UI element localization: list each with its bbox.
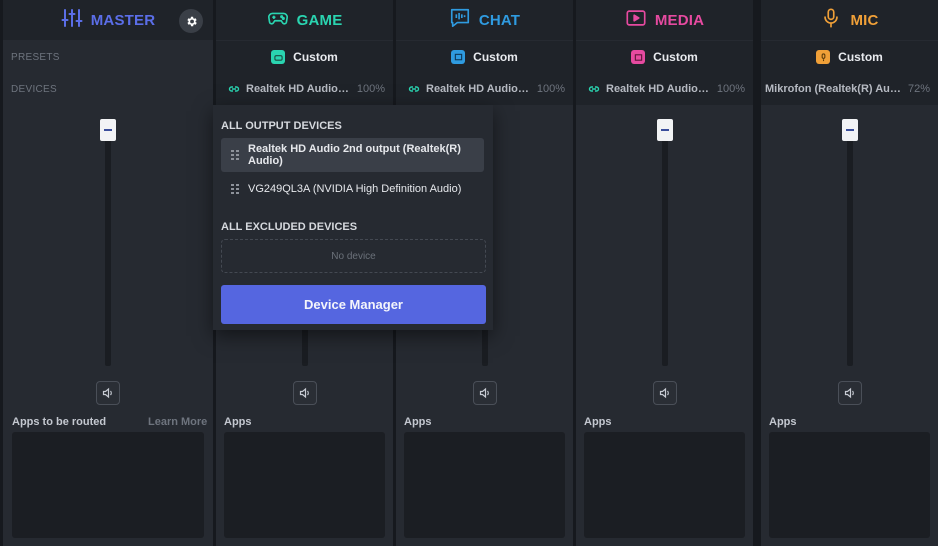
- drag-handle-icon[interactable]: [231, 183, 239, 195]
- game-preset-icon: [271, 50, 286, 64]
- chat-mute-button[interactable]: [473, 381, 497, 405]
- game-preset-label: Custom: [293, 50, 338, 64]
- device-manager-button[interactable]: Device Manager: [221, 285, 486, 324]
- mic-volume-track[interactable]: [847, 128, 853, 366]
- chat-preset-label: Custom: [473, 50, 518, 64]
- chat-device-name: Realtek HD Audio 2n...: [426, 83, 531, 95]
- speaker-icon: [844, 387, 854, 399]
- master-mute-button[interactable]: [96, 381, 120, 405]
- gamepad-icon: [267, 7, 289, 33]
- master-column: MASTER Apps to be routed Learn More: [3, 0, 213, 546]
- mic-apps-label: Apps: [769, 416, 797, 428]
- play-screen-icon: [625, 7, 647, 33]
- media-column: MEDIA Custom Realtek HD Audio 2n... 100%…: [576, 0, 753, 546]
- media-title: MEDIA: [654, 11, 705, 29]
- media-preset-selector[interactable]: Custom: [576, 41, 753, 73]
- chat-header: CHAT: [396, 0, 573, 40]
- chat-device-selector[interactable]: Realtek HD Audio 2n... 100%: [396, 73, 573, 105]
- mic-title: MIC: [850, 11, 879, 29]
- media-apps-area: [584, 432, 745, 538]
- speaker-icon: [659, 387, 669, 399]
- presets-label: PRESETS: [11, 52, 60, 63]
- media-mute-button[interactable]: [653, 381, 677, 405]
- excluded-devices-heading: ALL EXCLUDED DEVICES: [221, 221, 358, 233]
- device-dropdown: ALL OUTPUT DEVICES Realtek HD Audio 2nd …: [213, 105, 493, 330]
- game-preset-selector[interactable]: Custom: [216, 41, 393, 73]
- apps-to-be-routed-label: Apps to be routed: [12, 416, 107, 428]
- mic-device-name: Mikrofon (Realtek(R) Audi...: [765, 83, 902, 95]
- mic-preset-label: Custom: [838, 50, 883, 64]
- game-device-name: Realtek HD Audio 2n...: [246, 83, 351, 95]
- mic-header: MIC: [761, 0, 938, 40]
- output-device-item[interactable]: Realtek HD Audio 2nd output (Realtek(R) …: [221, 138, 484, 172]
- media-preset-icon: [631, 50, 646, 64]
- master-volume-handle[interactable]: [100, 119, 116, 141]
- master-volume-track[interactable]: [105, 128, 111, 366]
- media-header: MEDIA: [576, 0, 753, 40]
- chat-bubble-icon: [449, 7, 471, 33]
- speaker-icon: [102, 387, 112, 399]
- media-device-selector[interactable]: Realtek HD Audio 2n... 100%: [576, 73, 753, 105]
- media-volume-track[interactable]: [662, 128, 668, 366]
- sliders-icon: [61, 7, 83, 33]
- game-mute-button[interactable]: [293, 381, 317, 405]
- speaker-icon: [479, 387, 489, 399]
- master-title: MASTER: [90, 11, 156, 29]
- mic-device-selector[interactable]: Mikrofon (Realtek(R) Audi... 72%: [761, 73, 938, 105]
- link-icon: [588, 86, 600, 92]
- learn-more-link[interactable]: Learn More: [148, 416, 207, 428]
- mic-apps-area: [769, 432, 930, 538]
- chat-apps-area: [404, 432, 565, 538]
- game-apps-area: [224, 432, 385, 538]
- mic-preset-icon: [816, 50, 831, 64]
- mic-volume-handle[interactable]: [842, 119, 858, 141]
- chat-preset-icon: [451, 50, 466, 64]
- chat-preset-selector[interactable]: Custom: [396, 41, 573, 73]
- no-device-text: No device: [331, 250, 376, 262]
- mic-volume-percent: 72%: [907, 83, 930, 95]
- chat-apps-label: Apps: [404, 416, 432, 428]
- media-preset-label: Custom: [653, 50, 698, 64]
- output-device-label: Realtek HD Audio 2nd output (Realtek(R) …: [248, 143, 461, 167]
- game-header: GAME: [216, 0, 393, 40]
- media-apps-label: Apps: [584, 416, 612, 428]
- output-device-label: VG249QL3A (NVIDIA High Definition Audio): [248, 183, 462, 195]
- media-device-name: Realtek HD Audio 2n...: [606, 83, 711, 95]
- media-volume-handle[interactable]: [657, 119, 673, 141]
- mic-preset-selector[interactable]: Custom: [761, 41, 938, 73]
- game-device-selector[interactable]: Realtek HD Audio 2n... 100%: [216, 73, 393, 105]
- link-icon: [408, 86, 420, 92]
- output-devices-heading: ALL OUTPUT DEVICES: [221, 120, 342, 132]
- link-icon: [228, 86, 240, 92]
- media-volume-percent: 100%: [716, 83, 745, 95]
- gear-icon: [186, 16, 197, 26]
- speaker-icon: [299, 387, 309, 399]
- mic-column: MIC Custom Mikrofon (Realtek(R) Audi... …: [761, 0, 938, 546]
- game-title: GAME: [296, 11, 343, 29]
- chat-volume-percent: 100%: [536, 83, 565, 95]
- master-apps-area: [12, 432, 204, 538]
- microphone-icon: [820, 7, 842, 33]
- game-apps-label: Apps: [224, 416, 252, 428]
- output-device-item[interactable]: VG249QL3A (NVIDIA High Definition Audio): [221, 172, 484, 206]
- mic-mute-button[interactable]: [838, 381, 862, 405]
- devices-label: DEVICES: [11, 84, 58, 95]
- game-volume-percent: 100%: [356, 83, 385, 95]
- drag-handle-icon[interactable]: [231, 149, 239, 161]
- excluded-devices-dropzone[interactable]: No device: [221, 239, 486, 273]
- master-settings-button[interactable]: [179, 9, 203, 33]
- chat-title: CHAT: [478, 11, 521, 29]
